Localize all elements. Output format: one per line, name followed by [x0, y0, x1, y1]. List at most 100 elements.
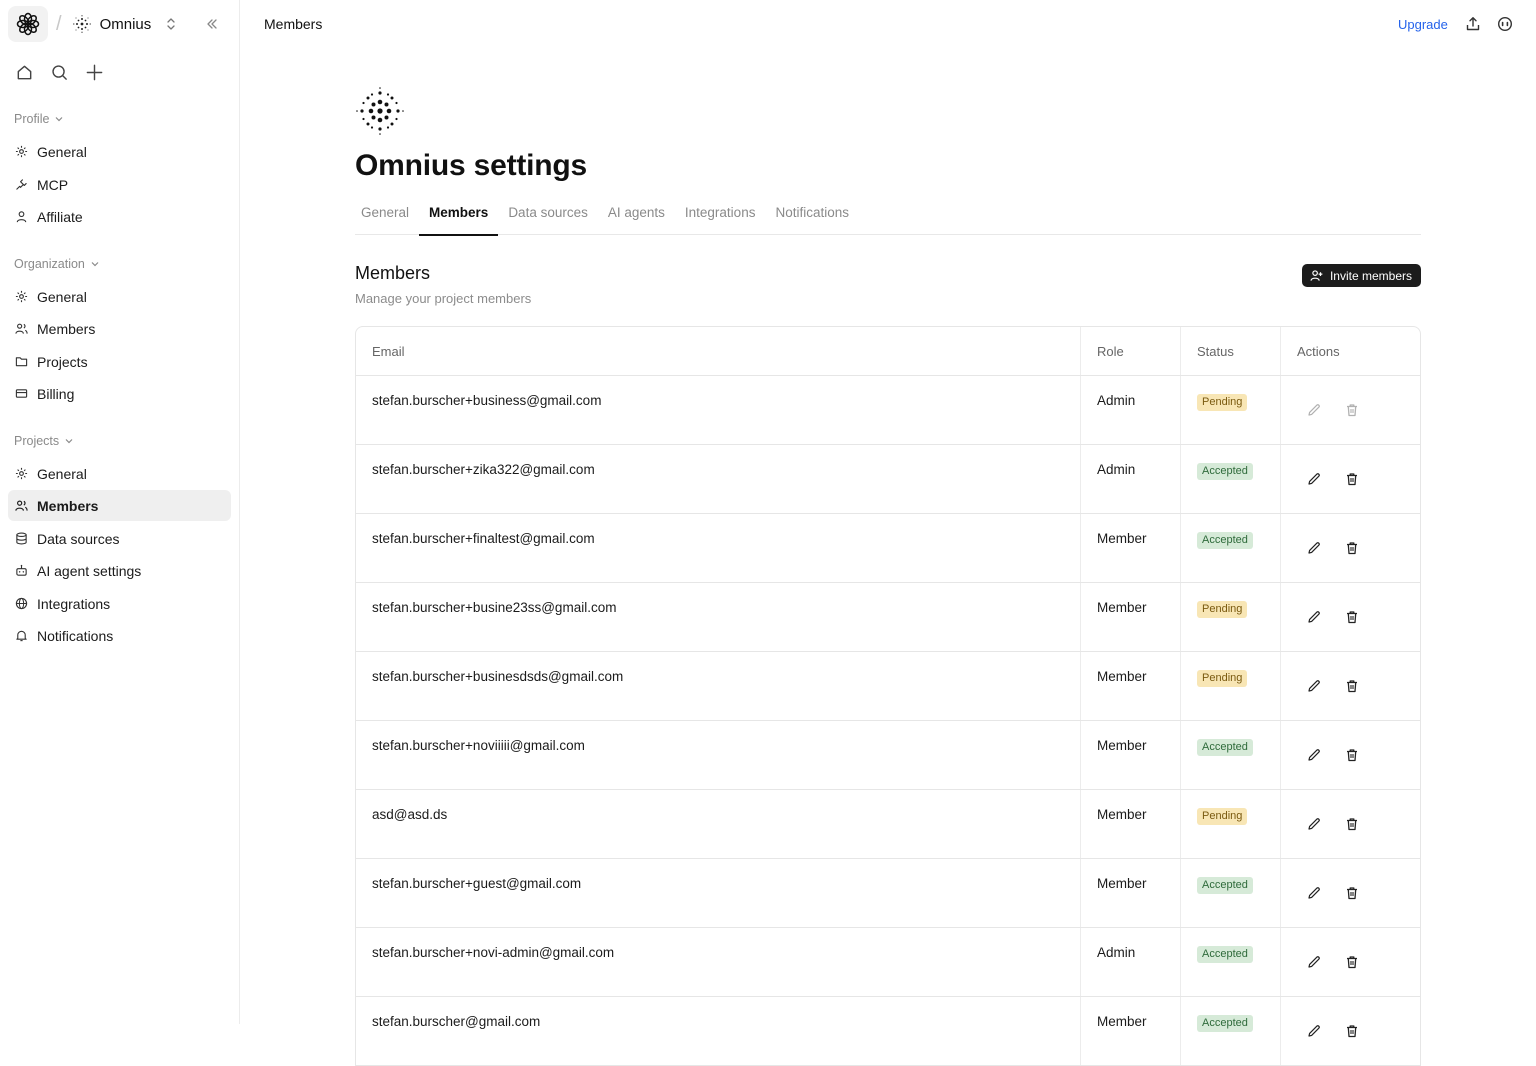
delete-member-button[interactable] — [1344, 540, 1360, 556]
sidebar-item-affiliate[interactable]: Affiliate — [8, 201, 231, 232]
tab-data-sources[interactable]: Data sources — [498, 205, 598, 235]
trash-icon — [1347, 956, 1357, 969]
member-status-cell: Accepted — [1181, 928, 1281, 996]
search-icon[interactable] — [49, 62, 69, 82]
edit-member-button[interactable] — [1306, 402, 1322, 418]
tab-notifications[interactable]: Notifications — [765, 205, 859, 235]
member-email: stefan.burscher+businesdsds@gmail.com — [356, 652, 1081, 720]
share-upload-icon[interactable] — [1464, 15, 1482, 33]
page-title: Omnius settings — [355, 149, 588, 182]
user-plus-icon — [1310, 270, 1323, 281]
chevron-up-down-icon — [167, 18, 175, 30]
workspace-selector[interactable]: Omnius — [72, 14, 178, 34]
upgrade-link[interactable]: Upgrade — [1398, 17, 1448, 32]
status-badge: Accepted — [1197, 532, 1253, 549]
sidebar-item-label: Members — [37, 320, 96, 337]
member-email: stefan.burscher+finaltest@gmail.com — [356, 514, 1081, 582]
delete-member-button[interactable] — [1344, 885, 1360, 901]
members-header: Members Manage your project members Invi… — [355, 263, 1421, 323]
delete-member-button[interactable] — [1344, 471, 1360, 487]
delete-member-button[interactable] — [1344, 1023, 1360, 1039]
table-row: stefan.burscher+noviiiii@gmail.com Member… — [356, 721, 1420, 790]
plus-icon[interactable] — [84, 62, 104, 82]
sidebar-item-ai-agent-settings[interactable]: AI agent settings — [8, 555, 231, 586]
sidebar-item-data-sources[interactable]: Data sources — [8, 523, 231, 554]
sidebar-item-integrations[interactable]: Integrations — [8, 588, 231, 619]
status-badge: Pending — [1197, 394, 1248, 411]
sidebar-item-profile-general[interactable]: General — [8, 136, 231, 167]
bell-icon — [15, 629, 28, 642]
edit-member-button[interactable] — [1306, 609, 1322, 625]
pencil-icon — [1308, 887, 1320, 899]
app-logo[interactable] — [8, 6, 48, 42]
table-body: stefan.burscher+business@gmail.com Admin P… — [356, 376, 1420, 1066]
edit-member-button[interactable] — [1306, 678, 1322, 694]
delete-member-button[interactable] — [1344, 609, 1360, 625]
gear-icon — [15, 290, 28, 303]
users-icon — [15, 322, 28, 335]
edit-member-button[interactable] — [1306, 471, 1322, 487]
table-row: stefan.burscher+busine23ss@gmail.com Memb… — [356, 583, 1420, 652]
top-header: Members Upgrade — [240, 0, 1536, 48]
tab-general[interactable]: General — [355, 205, 419, 235]
member-role: Member — [1081, 514, 1181, 582]
assistant-bot-icon[interactable] — [1496, 15, 1514, 33]
pencil-icon — [1308, 542, 1320, 554]
member-actions-cell — [1281, 859, 1420, 927]
edit-member-button[interactable] — [1306, 540, 1322, 556]
sidebar-item-mcp[interactable]: MCP — [8, 169, 231, 200]
member-role: Admin — [1081, 376, 1181, 444]
member-role: Member — [1081, 859, 1181, 927]
edit-member-button[interactable] — [1306, 885, 1322, 901]
settings-tabs: General Members Data sources AI agents I… — [355, 205, 1421, 236]
delete-member-button[interactable] — [1344, 816, 1360, 832]
tab-ai-agents[interactable]: AI agents — [598, 205, 675, 235]
trash-icon — [1347, 680, 1357, 693]
edit-member-button[interactable] — [1306, 816, 1322, 832]
sidebar-item-label: Affiliate — [37, 208, 83, 225]
sidebar-item-billing[interactable]: Billing — [8, 378, 231, 409]
sidebar-item-projects[interactable]: Projects — [8, 346, 231, 377]
edit-member-button[interactable] — [1306, 747, 1322, 763]
sidebar-item-notifications[interactable]: Notifications — [8, 620, 231, 651]
sidebar-item-org-members[interactable]: Members — [8, 313, 231, 344]
database-icon — [15, 532, 28, 545]
member-status-cell: Accepted — [1181, 859, 1281, 927]
edit-member-button[interactable] — [1306, 954, 1322, 970]
delete-member-button[interactable] — [1344, 678, 1360, 694]
edit-member-button[interactable] — [1306, 1023, 1322, 1039]
pencil-icon — [1308, 1025, 1320, 1037]
pencil-icon — [1308, 473, 1320, 485]
sidebar-item-project-members[interactable]: Members — [8, 490, 231, 521]
section-profile[interactable]: Profile — [14, 112, 64, 126]
section-projects[interactable]: Projects — [14, 434, 74, 448]
sidebar-item-label: Notifications — [37, 627, 114, 644]
tab-integrations[interactable]: Integrations — [675, 205, 766, 235]
chevrons-left-icon — [207, 19, 217, 29]
gear-icon — [15, 145, 28, 158]
member-status-cell: Pending — [1181, 376, 1281, 444]
sidebar-item-org-general[interactable]: General — [8, 281, 231, 312]
member-email: stefan.burscher+noviiiii@gmail.com — [356, 721, 1081, 789]
section-organization[interactable]: Organization — [14, 257, 100, 271]
column-header-actions: Actions — [1297, 344, 1340, 359]
sidebar-item-project-general[interactable]: General — [8, 458, 231, 489]
member-role: Member — [1081, 652, 1181, 720]
delete-member-button[interactable] — [1344, 954, 1360, 970]
chevron-down-icon — [65, 439, 73, 444]
credit-card-icon — [15, 387, 28, 400]
users-icon — [15, 499, 28, 512]
collapse-sidebar-button[interactable] — [202, 14, 222, 34]
gear-icon — [15, 467, 28, 480]
member-actions-cell — [1281, 790, 1420, 858]
invite-members-button[interactable]: Invite members — [1301, 264, 1421, 287]
home-icon[interactable] — [14, 62, 34, 82]
member-actions-cell — [1281, 721, 1420, 789]
delete-member-button[interactable] — [1344, 747, 1360, 763]
table-row: stefan.burscher+guest@gmail.com Member Acc… — [356, 859, 1420, 928]
table-row: stefan.burscher+novi-admin@gmail.com Admi… — [356, 928, 1420, 997]
tab-members[interactable]: Members — [419, 205, 499, 236]
member-email: stefan.burscher+busine23ss@gmail.com — [356, 583, 1081, 651]
member-email: stefan.burscher@gmail.com — [356, 997, 1081, 1065]
delete-member-button[interactable] — [1344, 402, 1360, 418]
